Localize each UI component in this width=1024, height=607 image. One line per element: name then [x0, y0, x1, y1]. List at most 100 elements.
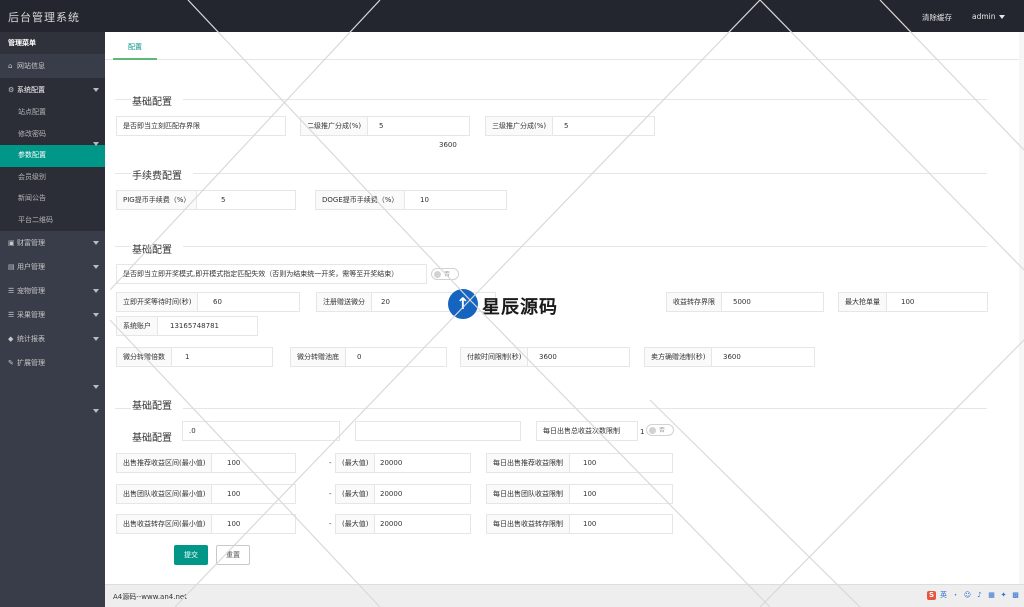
range-max-field[interactable]: (最大值) 20000 [335, 514, 471, 534]
doge-fee-field[interactable]: DOGE提币手续费（%） 10 [315, 190, 507, 210]
chevron-down-icon[interactable] [93, 142, 99, 146]
clear-cache-link[interactable]: 清除缓存 [922, 12, 952, 23]
range-max-field[interactable]: (最大值) 20000 [335, 453, 471, 473]
range-dash: - [329, 520, 332, 528]
input-field[interactable] [355, 421, 521, 441]
daily-limit-field[interactable]: 每日出售推荐收益限制 100 [486, 453, 673, 473]
field-value: 100 [227, 490, 241, 498]
open-wait-field[interactable]: 立即开奖等待时间(秒) 60 [116, 292, 300, 312]
sidebar-subitem-news[interactable]: 新闻公告 [0, 188, 105, 210]
sidebar-item-pets[interactable]: ☰ 宠物管理 [0, 279, 105, 303]
field-label: 付款时间限制(秒) [461, 348, 529, 366]
chevron-down-icon[interactable] [93, 385, 99, 389]
chevron-down-icon [93, 313, 99, 317]
user-name: admin [972, 12, 996, 21]
section-title-basic: 基础配置 [132, 245, 172, 256]
system-account-field[interactable]: 系统账户 13165748781 [116, 316, 258, 336]
list-icon: ☰ [8, 287, 15, 295]
sidebar-item-site-info[interactable]: ⌂ 网站信息 [0, 54, 105, 78]
daily-limit-field[interactable]: 每日出售收益转存限制 100 [486, 514, 673, 534]
field-value: .0 [189, 427, 196, 435]
footer-text: A4源码--www.an4.net [113, 593, 187, 601]
tab-bar: 配置 [105, 32, 1019, 60]
field-value: 20000 [380, 520, 403, 528]
sidebar-subitem-site-config[interactable]: 站点配置 [0, 102, 105, 124]
max-grab-field[interactable]: 最大抢单量 100 [838, 292, 988, 312]
point-rate-field[interactable]: 微分转赠倍数 1 [116, 347, 273, 367]
range-min-field[interactable]: 出售推荐收益区间(最小值) 100 [116, 453, 296, 473]
sidebar-title: 管理菜单 [0, 32, 105, 54]
field-value: 5 [221, 196, 226, 204]
field-value: 20000 [380, 459, 403, 467]
daily-sell-toggle[interactable]: 否 [646, 424, 674, 436]
income-limit-field[interactable]: 收益转存界限 5000 [666, 292, 824, 312]
field-label: 收益转存界限 [667, 293, 722, 311]
field-value: 100 [583, 459, 597, 467]
section-divider [115, 173, 131, 174]
sidebar-subitem-member-level[interactable]: 会员级别 [0, 166, 105, 188]
keyboard-icon[interactable]: ▦ [987, 591, 996, 600]
chevron-down-icon [93, 88, 99, 92]
tab-config[interactable]: 配置 [113, 32, 157, 60]
field-label: 立即开奖等待时间(秒) [117, 293, 199, 311]
field-value: 3600 [539, 353, 557, 361]
section-divider [115, 408, 131, 409]
main-panel: 配置 基础配置 是否即当立刻匹配存界限 二级推广分成(%) 5 三级推广分成(%… [105, 32, 1019, 584]
section-title-basic: 基础配置 [132, 401, 172, 412]
sidebar-item-stats[interactable]: ◆ 统计报表 [0, 327, 105, 351]
point-pool-field[interactable]: 微分转赠池底 0 [290, 347, 447, 367]
section-divider [115, 99, 131, 100]
input-field[interactable]: .0 [182, 421, 340, 441]
section-title-fee: 手续费配置 [132, 171, 182, 182]
emoji-icon[interactable]: ☺ [963, 591, 972, 600]
field-label: 每日出售总收益次数限制 [537, 422, 626, 440]
field-label: 微分转赠倍数 [117, 348, 172, 366]
user-menu[interactable]: admin [972, 12, 1005, 21]
sidebar-item-system-config[interactable]: ⚙ 系统配置 [0, 78, 105, 102]
daily-sell-limit-field: 每日出售总收益次数限制 [536, 421, 638, 441]
toolbox-icon[interactable]: ▩ [1011, 591, 1020, 600]
field-label: 二级推广分成(%) [301, 117, 369, 135]
sidebar-item-users[interactable]: ▤ 用户管理 [0, 255, 105, 279]
field-label: (最大值) [336, 454, 376, 472]
toggle-label: 否 [659, 427, 666, 434]
sidebar-item-finance[interactable]: ▣ 财富管理 [0, 231, 105, 255]
toggle-label: 否 [444, 271, 451, 278]
sidebar-item-extend[interactable]: ✎ 扩展管理 [0, 351, 105, 375]
ime-lang-indicator[interactable]: 英 [939, 591, 948, 600]
sidebar-subitem-param-config[interactable]: 参数配置 [0, 145, 105, 167]
sogou-ime-icon[interactable]: S [927, 591, 936, 600]
range-min-field[interactable]: 出售团队收益区间(最小值) 100 [116, 484, 296, 504]
sidebar-item-label: 采果管理 [17, 311, 45, 319]
sidebar-item-label: 系统配置 [17, 86, 45, 94]
chart-icon: ◆ [8, 335, 14, 343]
field-value: 60 [213, 298, 222, 306]
vertical-scrollbar[interactable] [1019, 32, 1024, 584]
level2-commission-field[interactable]: 二级推广分成(%) 5 [300, 116, 470, 136]
open-prize-toggle[interactable]: 否 [431, 268, 459, 280]
sidebar-subitem-qrcode[interactable]: 平台二维码 [0, 209, 105, 231]
level3-commission-field[interactable]: 三级推广分成(%) 5 [485, 116, 655, 136]
skin-icon[interactable]: ✦ [999, 591, 1008, 600]
section-divider [183, 408, 987, 409]
sell-time-field[interactable]: 卖方确赠池制(秒) 3600 [644, 347, 815, 367]
submit-button[interactable]: 提交 [174, 545, 208, 565]
range-max-field[interactable]: (最大值) 20000 [335, 484, 471, 504]
home-icon: ⌂ [8, 62, 13, 70]
sidebar-item-fruit[interactable]: ☰ 采果管理 [0, 303, 105, 327]
daily-sell-limit-value: 1 [640, 428, 645, 436]
field-value: 10 [420, 196, 429, 204]
chevron-down-icon[interactable] [93, 409, 99, 413]
sidebar-item-label: 财富管理 [17, 239, 45, 247]
range-min-field[interactable]: 出售收益转存区间(最小值) 100 [116, 514, 296, 534]
open-match-field: 是否即当立刻匹配存界限 [116, 116, 286, 136]
sidebar-subitem-change-password[interactable]: 修改密码 [0, 123, 105, 145]
field-label: 注册赠送微分 [317, 293, 372, 311]
microphone-icon[interactable]: ♪ [975, 591, 984, 600]
punctuation-icon[interactable]: ・ [951, 591, 960, 600]
reset-button[interactable]: 重置 [216, 545, 250, 565]
pig-fee-field[interactable]: PIG提币手续费（%） 5 [116, 190, 296, 210]
chevron-down-icon [93, 289, 99, 293]
pay-time-field[interactable]: 付款时间限制(秒) 3600 [460, 347, 630, 367]
daily-limit-field[interactable]: 每日出售团队收益限制 100 [486, 484, 673, 504]
